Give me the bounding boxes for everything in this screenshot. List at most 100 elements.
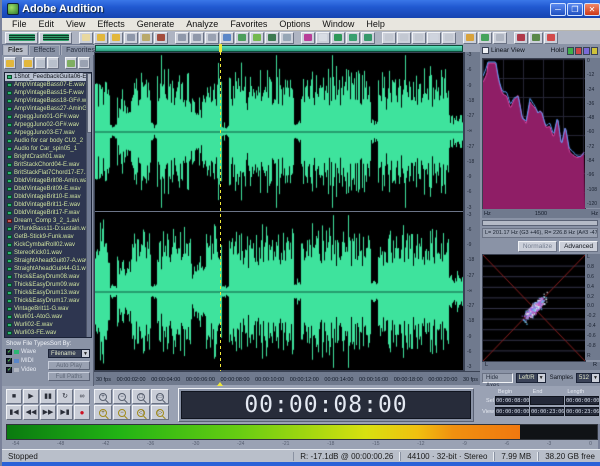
file-list-item[interactable]: BritStackChord04-E.wav xyxy=(5,161,88,169)
file-list-item[interactable]: ArpeggJuno01-GF#.wav xyxy=(5,113,88,121)
file-list-item[interactable]: Thick&EasyDrum13.wav xyxy=(5,289,88,297)
file-list-item[interactable]: KickCymbalRoll02.wav xyxy=(5,241,88,249)
rewind-button[interactable]: ◀◀ xyxy=(23,405,39,420)
redo-button[interactable] xyxy=(190,32,204,44)
import-file-icon[interactable] xyxy=(4,57,16,69)
file-list-item[interactable]: DbldVintageBrit09-E.wav xyxy=(5,185,88,193)
trim-button[interactable] xyxy=(280,32,294,44)
file-list-item[interactable]: BritStackFlat7Chord17-E7... xyxy=(5,169,88,177)
help-button[interactable] xyxy=(544,32,558,44)
save-as-button[interactable] xyxy=(139,32,153,44)
insert-cd-project-icon[interactable] xyxy=(47,57,59,69)
zoom-right-edge-button[interactable]: ▷ xyxy=(151,405,169,420)
menu-view[interactable]: View xyxy=(60,19,91,29)
file-list-item[interactable]: BrightCrash01.wav xyxy=(5,153,88,161)
file-list-item[interactable]: DbldVintageBrit17-F.wav xyxy=(5,209,88,217)
settings-button[interactable] xyxy=(478,32,492,44)
pencil-tool-button[interactable] xyxy=(316,32,330,44)
menu-generate[interactable]: Generate xyxy=(131,19,181,29)
file-list-item[interactable]: Dream_Comp 3_2_1.avi xyxy=(5,217,88,225)
phase-channel-select[interactable]: Left/R ▼ xyxy=(516,373,546,383)
file-list-item[interactable]: StraightAheadGuit44-G1.wav xyxy=(5,265,88,273)
file-list-scrollbar[interactable] xyxy=(86,73,91,337)
play-button[interactable]: ▶ xyxy=(23,389,39,404)
title-bar[interactable]: Adobe Audition ─ ❐ ✕ xyxy=(2,0,600,18)
sel-end-field[interactable] xyxy=(530,396,564,405)
sel-begin-field[interactable]: 00:00:08:00 xyxy=(495,396,529,405)
tab-effects[interactable]: Effects xyxy=(29,45,60,55)
zoom-left-edge-button[interactable]: ◁ xyxy=(132,405,150,420)
view-begin-field[interactable]: 00:00:00:00 xyxy=(495,407,529,416)
playback-cursor[interactable] xyxy=(220,52,221,371)
normalize-button[interactable]: Normalize xyxy=(518,241,557,252)
maximize-button[interactable]: ❐ xyxy=(567,3,583,16)
time-display[interactable]: 00:00:08:00 xyxy=(181,391,471,419)
view-length-field[interactable]: 00:00:23:06 xyxy=(565,407,599,416)
edit-waveform-view-button[interactable] xyxy=(5,32,38,44)
sort-by-select[interactable]: Filename ▼ xyxy=(48,349,90,358)
menu-effects[interactable]: Effects xyxy=(91,19,130,29)
waveform-left-channel[interactable] xyxy=(95,52,463,211)
level-meter[interactable] xyxy=(6,424,598,440)
undo-button[interactable] xyxy=(175,32,189,44)
hold-swatch-2[interactable] xyxy=(575,47,582,55)
advanced-button[interactable]: Advanced xyxy=(559,241,598,252)
checkbox-video[interactable]: ✓ xyxy=(6,367,12,373)
file-list-item[interactable]: Wurli02-E.wav xyxy=(5,321,88,329)
insert-multitrack-icon[interactable] xyxy=(35,57,47,69)
menu-edit[interactable]: Edit xyxy=(33,19,61,29)
sel-length-field[interactable]: 00:00:00:00 xyxy=(565,396,599,405)
frequency-analysis-graph[interactable] xyxy=(482,58,586,210)
copy-button[interactable] xyxy=(220,32,234,44)
paste-button[interactable] xyxy=(235,32,249,44)
file-list-item[interactable]: ArpeggJuno03-E7.wav xyxy=(5,129,88,137)
insert-cd-button[interactable] xyxy=(412,32,426,44)
menu-options[interactable]: Options xyxy=(273,19,316,29)
full-paths-button[interactable]: Full Paths xyxy=(48,372,90,381)
chevron-down-icon[interactable]: ▼ xyxy=(81,350,89,357)
menu-file[interactable]: File xyxy=(6,19,33,29)
play-looped-button[interactable]: ↻ xyxy=(57,389,73,404)
samples-select[interactable]: 512 ▼ xyxy=(576,373,600,383)
file-list-item[interactable]: AmpVintageBass15-F.wav xyxy=(5,89,88,97)
new-file-button[interactable] xyxy=(79,32,93,44)
auto-play-button[interactable]: Auto Play xyxy=(48,361,90,370)
spectral-view-button[interactable] xyxy=(301,32,315,44)
hide-axes-button[interactable]: Hide Axes xyxy=(482,373,513,383)
frequency-analysis-button[interactable] xyxy=(331,32,345,44)
go-to-beginning-button[interactable]: ▮◀ xyxy=(6,405,22,420)
menu-favorites[interactable]: Favorites xyxy=(224,19,273,29)
overview-navigation-bar[interactable] xyxy=(95,45,463,52)
file-list-scroll-thumb[interactable] xyxy=(87,73,92,133)
close-file-button[interactable] xyxy=(154,32,168,44)
batch-processing-button[interactable] xyxy=(427,32,441,44)
file-list-item[interactable]: StereoKick01.wav xyxy=(5,249,88,257)
menu-window[interactable]: Window xyxy=(316,19,360,29)
tab-files[interactable]: Files xyxy=(3,45,28,55)
hold-swatch-3[interactable] xyxy=(583,47,590,55)
timeline-ruler[interactable]: 30 fps00:00:02:0000:00:04:0000:00:06:000… xyxy=(94,371,480,385)
minimize-button[interactable]: ─ xyxy=(550,3,566,16)
stop-button[interactable]: ■ xyxy=(6,389,22,404)
advanced-options-icon[interactable] xyxy=(78,57,90,69)
pause-button[interactable]: ▮▮ xyxy=(40,389,56,404)
open-append-button[interactable] xyxy=(109,32,123,44)
multitrack-view-button[interactable] xyxy=(39,32,72,44)
delete-selection-button[interactable] xyxy=(265,32,279,44)
file-list-item[interactable]: AmpVintageBass18-GF#.wav xyxy=(5,97,88,105)
phase-analysis-graph[interactable] xyxy=(482,254,586,362)
hold-swatch-1[interactable] xyxy=(567,47,574,55)
chevron-down-icon[interactable]: ▼ xyxy=(537,374,545,382)
file-list[interactable]: 1Shot_FeedbackGuita06-E...AmpVintageBass… xyxy=(4,72,92,338)
cut-button[interactable] xyxy=(205,32,219,44)
view-end-field[interactable]: 00:00:23:06 xyxy=(530,407,564,416)
insert-multitrack-button[interactable] xyxy=(397,32,411,44)
file-list-item[interactable]: Audio for Car_spin05_1 xyxy=(5,145,88,153)
file-list-item[interactable]: GetB-Stick9-Funk.wav xyxy=(5,233,88,241)
system-exclusive-button[interactable] xyxy=(514,32,528,44)
media-browser-button[interactable] xyxy=(463,32,477,44)
monitor-record-level-button[interactable] xyxy=(529,32,543,44)
record-button[interactable]: ● xyxy=(74,405,90,420)
zoom-selection-button[interactable]: ▭ xyxy=(151,389,169,404)
waveform-right-channel[interactable] xyxy=(95,212,463,371)
